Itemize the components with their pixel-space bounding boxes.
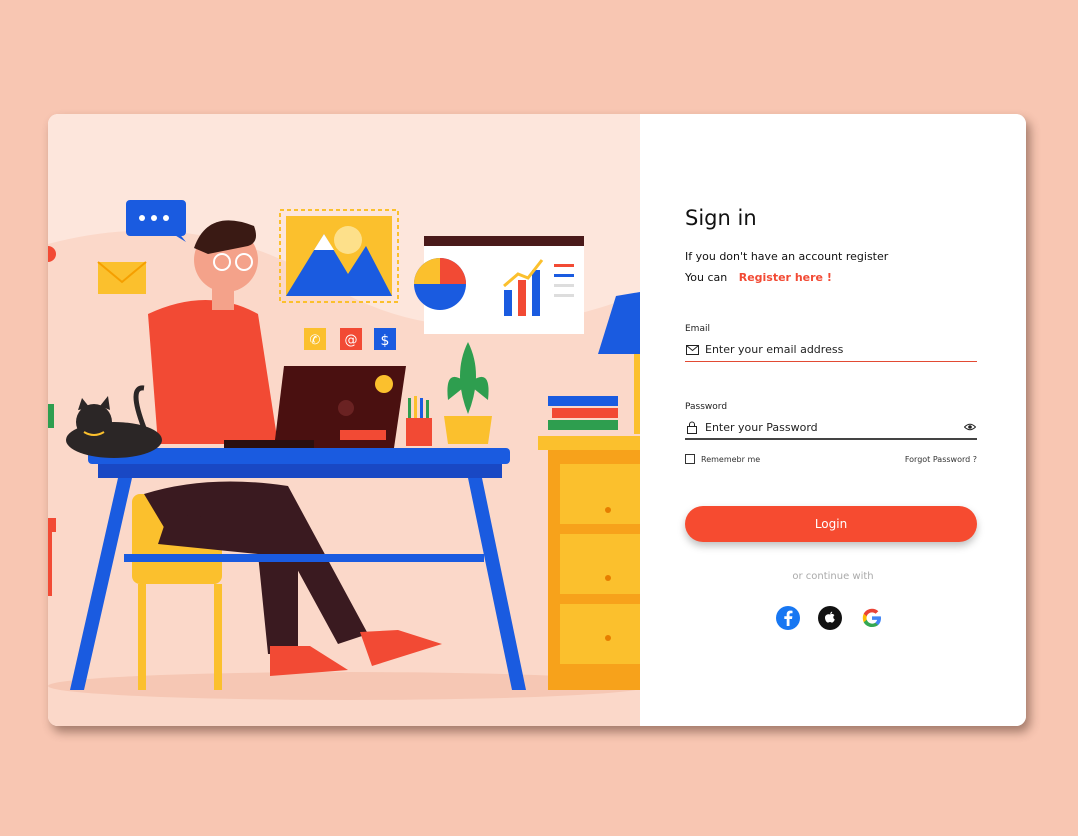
apple-icon[interactable] bbox=[818, 606, 842, 630]
register-link[interactable]: Register here ! bbox=[739, 271, 832, 284]
signin-form: Sign in If you don't have an account reg… bbox=[640, 114, 1026, 726]
password-field bbox=[685, 416, 977, 440]
lock-icon bbox=[685, 420, 699, 434]
signin-card: ✆ @ $ Sign in If you don't have an accou… bbox=[48, 114, 1026, 726]
social-login bbox=[776, 606, 884, 630]
register-hint: If you don't have an account register bbox=[685, 250, 889, 263]
remember-label: Rememebr me bbox=[701, 454, 761, 464]
google-icon[interactable] bbox=[860, 606, 884, 630]
illustration-panel: ✆ @ $ bbox=[48, 114, 640, 726]
you-can-text: You can bbox=[685, 271, 728, 284]
email-input[interactable] bbox=[705, 343, 977, 356]
login-options: Rememebr me Forgot Password ? bbox=[685, 454, 977, 464]
email-field bbox=[685, 338, 977, 362]
password-label: Password bbox=[685, 402, 728, 412]
continue-with-text: or continue with bbox=[792, 571, 874, 582]
svg-text:@: @ bbox=[345, 333, 358, 348]
remember-checkbox[interactable] bbox=[685, 454, 695, 464]
forgot-password-link[interactable]: Forgot Password ? bbox=[905, 455, 977, 464]
email-label: Email bbox=[685, 324, 710, 334]
page-title: Sign in bbox=[685, 206, 757, 230]
svg-text:$: $ bbox=[381, 333, 390, 349]
register-line: You can Register here ! bbox=[685, 271, 832, 284]
remember-me[interactable]: Rememebr me bbox=[685, 454, 760, 464]
workspace-illustration: ✆ @ $ bbox=[48, 200, 640, 726]
mail-icon bbox=[685, 343, 699, 357]
svg-text:✆: ✆ bbox=[310, 333, 321, 348]
eye-icon[interactable] bbox=[963, 420, 977, 434]
password-input[interactable] bbox=[705, 420, 963, 434]
login-button[interactable]: Login bbox=[685, 506, 977, 542]
facebook-icon[interactable] bbox=[776, 606, 800, 630]
